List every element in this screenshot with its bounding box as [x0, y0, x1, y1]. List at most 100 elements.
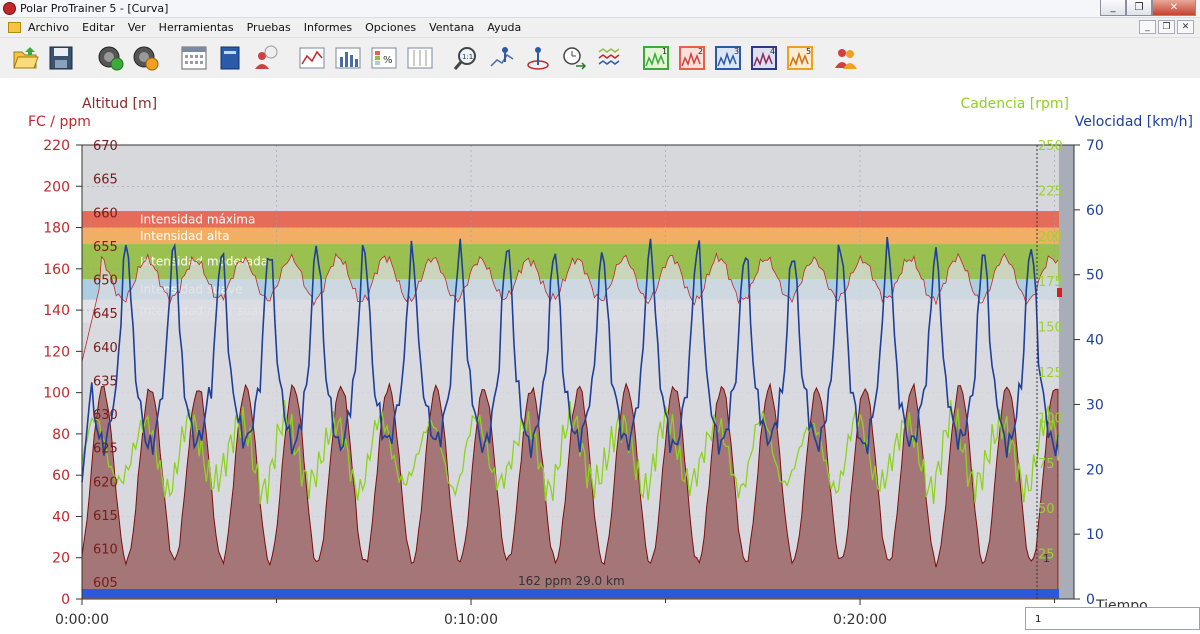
hr-axis-title: FC / ppm: [28, 114, 91, 130]
time-tick-label: 0:10:00: [444, 612, 498, 628]
svg-text:%: %: [383, 55, 393, 66]
title-bar: Polar ProTrainer 5 - [Curva] _ ❐ ✕: [0, 0, 1200, 18]
cadence-axis-title: Cadencia [rpm]: [960, 96, 1069, 112]
curve-chart[interactable]: Altitud [m] FC / ppm Cadencia [rpm] Velocid…: [0, 80, 1200, 630]
cadence-tick-label: 250: [1038, 139, 1063, 154]
diary-button[interactable]: [214, 42, 246, 74]
menu-herramientas[interactable]: Herramientas: [159, 21, 240, 34]
hr-tick-label: 100: [43, 386, 70, 402]
cadence-tick-label: 100: [1038, 411, 1063, 426]
percent-view-button[interactable]: %: [368, 42, 400, 74]
curve-view-button[interactable]: [296, 42, 328, 74]
menu-opciones[interactable]: Opciones: [365, 21, 422, 34]
zoom-icon: 1:1: [453, 47, 476, 70]
exercise-2-button[interactable]: 2: [676, 42, 708, 74]
distance-bar: [82, 589, 1059, 598]
exercise-1-button[interactable]: 1: [640, 42, 672, 74]
open-button[interactable]: [10, 42, 42, 74]
menu-informes[interactable]: Informes: [304, 21, 358, 34]
lap-button[interactable]: [522, 42, 554, 74]
close-button[interactable]: ✕: [1152, 0, 1196, 16]
compare-button[interactable]: [594, 42, 626, 74]
cadence-tick-label: 125: [1038, 366, 1063, 381]
altitude-tick-label: 670: [93, 139, 118, 154]
time-tick-label: 0:00:00: [55, 612, 109, 628]
hr-tick-label: 40: [52, 509, 70, 525]
cadence-tick-label: 175: [1038, 275, 1063, 290]
doc-minimize-button[interactable]: _: [1139, 20, 1156, 34]
doc-close-button[interactable]: ✕: [1177, 20, 1194, 34]
marker-button[interactable]: [486, 42, 518, 74]
polar-app-icon: [3, 2, 16, 15]
speed-tick-label: 50: [1086, 268, 1104, 284]
altitude-tick-label: 635: [93, 374, 118, 389]
hr-tick-label: 0: [61, 592, 70, 608]
maximize-button[interactable]: ❐: [1126, 0, 1152, 16]
altitude-tick-label: 665: [93, 173, 118, 188]
speed-tick-label: 60: [1086, 203, 1104, 219]
cadence-tick-label: 50: [1038, 502, 1055, 517]
altitude-tick-label: 620: [93, 475, 118, 490]
speed-tick-label: 70: [1086, 138, 1104, 154]
menu-archivo[interactable]: Archivo: [28, 21, 75, 34]
doc-restore-button[interactable]: ❐: [1158, 20, 1175, 34]
user-tools-button[interactable]: [250, 42, 282, 74]
hr-tick-label: 180: [43, 221, 70, 237]
window-title: Polar ProTrainer 5 - [Curva]: [20, 2, 169, 15]
device-settings-button[interactable]: [130, 42, 162, 74]
calendar-button[interactable]: [178, 42, 210, 74]
zone-label: Intensidad máxima: [140, 212, 255, 226]
speed-tick-label: 10: [1086, 527, 1104, 543]
marker-icon: [490, 47, 514, 67]
exercise-5-button[interactable]: 5: [784, 42, 816, 74]
bar-view-icon: [335, 47, 361, 69]
document-controls: _ ❐ ✕: [1139, 20, 1194, 34]
cadence-tick-label: 150: [1038, 321, 1063, 336]
altitude-tick-label: 660: [93, 206, 118, 221]
hr-tick-label: 120: [43, 344, 70, 360]
menu-ventana[interactable]: Ventana: [429, 21, 480, 34]
menu-ayuda[interactable]: Ayuda: [487, 21, 527, 34]
document-icon[interactable]: [8, 22, 21, 33]
hr-tick-label: 60: [52, 468, 70, 484]
time-tick-label: 0:20:00: [833, 612, 887, 628]
bar-view-button[interactable]: [332, 42, 364, 74]
cursor-number-label: 1: [1043, 552, 1050, 565]
save-button[interactable]: [45, 42, 77, 74]
menu-ver[interactable]: Ver: [128, 21, 152, 34]
zone-band: [82, 227, 1074, 245]
zone-label: Intensidad alta: [140, 229, 230, 243]
svg-text:4: 4: [770, 47, 775, 56]
speed-axis-title: Velocidad [km/h]: [1075, 114, 1193, 130]
exercise-4-icon: 4: [751, 46, 777, 70]
table-view-icon: [407, 47, 433, 69]
marker-field[interactable]: 1: [1025, 607, 1200, 630]
book-icon: [220, 46, 240, 70]
altitude-tick-label: 630: [93, 408, 118, 423]
time-button[interactable]: [558, 42, 590, 74]
svg-text:1: 1: [662, 47, 667, 56]
people-button[interactable]: [830, 42, 862, 74]
cadence-tick-label: 225: [1038, 184, 1063, 199]
exercise-5-icon: 5: [787, 46, 813, 70]
exercise-3-icon: 3: [715, 46, 741, 70]
hr-tick-label: 220: [43, 138, 70, 154]
save-icon: [49, 46, 73, 70]
svg-text:3: 3: [734, 47, 739, 56]
menu-pruebas[interactable]: Pruebas: [247, 21, 297, 34]
svg-text:1:1: 1:1: [462, 53, 473, 61]
exercise-4-button[interactable]: 4: [748, 42, 780, 74]
hr-tick-label: 140: [43, 303, 70, 319]
cadence-tick-label: 75: [1038, 457, 1055, 472]
settings-icon: [133, 46, 159, 71]
zoom-button[interactable]: 1:1: [450, 42, 482, 74]
minimize-button[interactable]: _: [1100, 0, 1126, 16]
sync-button[interactable]: [95, 42, 127, 74]
table-view-button[interactable]: [404, 42, 436, 74]
percent-view-icon: %: [371, 47, 397, 69]
exercise-3-button[interactable]: 3: [712, 42, 744, 74]
menu-editar[interactable]: Editar: [82, 21, 121, 34]
altitude-tick-label: 625: [93, 442, 118, 457]
cadence-tick-label: 200: [1038, 230, 1063, 245]
speed-tick-label: 0: [1086, 592, 1095, 608]
